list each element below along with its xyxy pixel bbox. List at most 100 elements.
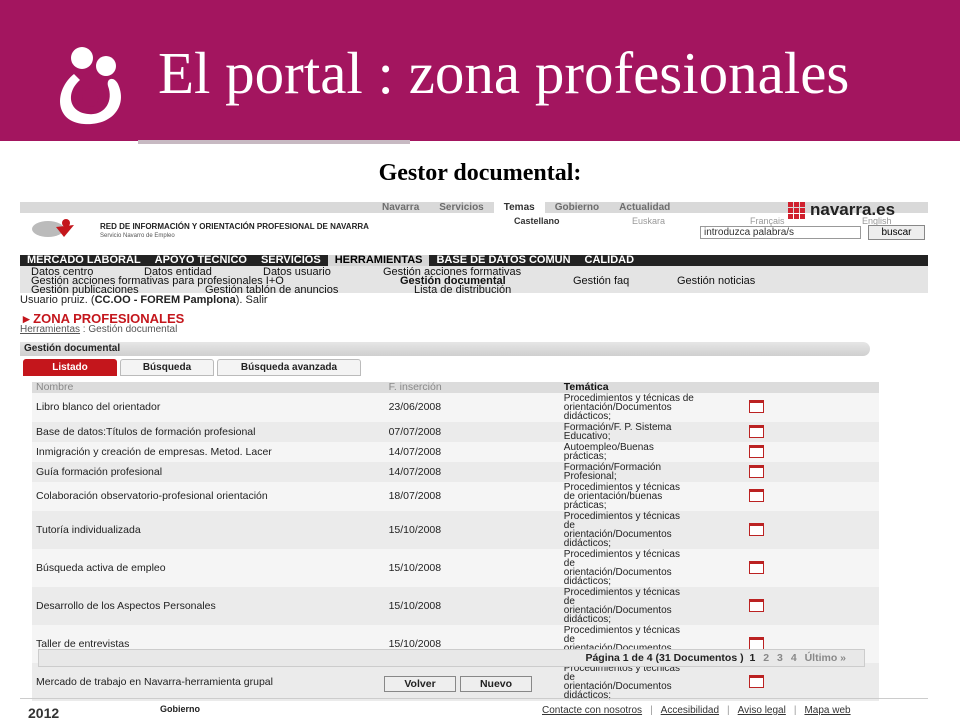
footer-contact-link[interactable]: Contacte con nosotros [542, 705, 642, 716]
search-input[interactable]: introduzca palabra/s [700, 226, 861, 239]
tab-listado[interactable]: Listado [23, 359, 117, 376]
new-button[interactable]: Nuevo [460, 676, 532, 692]
doc-tematica: Autoempleo/Buenas prácticas; [559, 442, 746, 462]
tab-busqueda[interactable]: Búsqueda [120, 359, 214, 376]
document-icon[interactable] [749, 522, 765, 536]
document-icon[interactable] [749, 424, 765, 438]
doc-name: Inmigración y creación de empresas. Meto… [32, 442, 385, 462]
doc-tematica: Formación/F. P. Sistema Educativo; [559, 422, 746, 442]
col-tematica[interactable]: Temática [559, 382, 746, 393]
red-network-logo-icon [32, 219, 74, 237]
document-icon[interactable] [749, 464, 765, 478]
top-nav-temas[interactable]: Temas [493, 202, 545, 213]
table-row[interactable]: Colaboración observatorio-profesional or… [32, 482, 879, 511]
pager-page-2[interactable]: 2 [763, 652, 769, 664]
breadcrumb: Herramientas : Gestión documental [20, 324, 177, 335]
table-row[interactable]: Tutoría individualizada 15/10/2008 Procedi… [32, 511, 879, 549]
document-icon[interactable] [749, 400, 765, 413]
doc-tematica-line: prácticas; [563, 451, 607, 462]
slide-banner: El portal : zona profesionales [0, 0, 960, 141]
col-nombre[interactable]: Nombre [32, 382, 385, 393]
doc-actions [745, 587, 879, 625]
document-icon[interactable] [749, 674, 765, 688]
doc-tematica-line: Educativo; [563, 431, 611, 442]
footer-accessibility-link[interactable]: Accesibilidad [661, 705, 719, 716]
doc-tematica-line: Procedimientos y técnicas [563, 625, 680, 636]
people-logo-icon [60, 47, 121, 125]
breadcrumb-link[interactable]: Herramientas [20, 324, 80, 335]
doc-date: 15/10/2008 [384, 549, 560, 587]
submenu-gestion-faq[interactable]: Gestión faq [573, 275, 629, 287]
main-nav-herramientas[interactable]: HERRAMIENTAS [327, 255, 430, 266]
site-subtitle: Servicio Navarro de Empleo [100, 233, 175, 239]
table-row[interactable]: Base de datos:Títulos de formación profe… [32, 422, 879, 442]
footer-year-logo: 2012 [28, 705, 60, 721]
slide-title: El portal : zona profesionales [158, 40, 850, 106]
top-nav-gobierno[interactable]: Gobierno [545, 202, 609, 213]
submenu: Datos centro Datos entidad Datos usuario… [20, 266, 928, 296]
footer-sitemap-link[interactable]: Mapa web [804, 705, 850, 716]
col-fecha[interactable]: F. inserción [384, 382, 560, 393]
document-icon[interactable] [749, 598, 765, 612]
main-nav-base-datos[interactable]: BASE DE DATOS COMÚN [429, 255, 577, 266]
document-icon[interactable] [749, 489, 765, 502]
lang-castellano[interactable]: Castellano [514, 216, 632, 226]
doc-name: Colaboración observatorio-profesional or… [32, 482, 385, 511]
main-nav-calidad[interactable]: CALIDAD [578, 255, 642, 266]
doc-tematica-line: didácticos; [563, 614, 612, 625]
back-button[interactable]: Volver [384, 676, 456, 692]
doc-tematica: Procedimientos y técnicas de orientación/… [559, 482, 746, 511]
doc-name: Base de datos:Títulos de formación profe… [32, 422, 385, 442]
submenu-gestion-noticias[interactable]: Gestión noticias [677, 275, 755, 287]
pager-current: 1 [749, 652, 756, 664]
table-row[interactable]: Búsqueda activa de empleo 15/10/2008 Proce… [32, 549, 879, 587]
top-nav-actualidad[interactable]: Actualidad [609, 202, 680, 213]
submenu-lista-distribucion[interactable]: Lista de distribución [414, 284, 511, 296]
doc-actions [745, 663, 879, 701]
doc-date: 23/06/2008 [384, 393, 560, 422]
col-actions [745, 382, 879, 393]
top-nav-navarra[interactable]: Navarra [372, 202, 429, 213]
banner-divider [138, 140, 410, 144]
doc-date: 07/07/2008 [384, 422, 560, 442]
doc-tematica-line: Profesional; [563, 471, 617, 482]
main-nav-servicios[interactable]: SERVICIOS [254, 255, 328, 266]
table-row[interactable]: Guía formación profesional 14/07/2008 Form… [32, 462, 879, 482]
table-row[interactable]: Inmigración y creación de empresas. Meto… [32, 442, 879, 462]
table-row[interactable]: Desarrollo de los Aspectos Personales 15/… [32, 587, 879, 625]
footer-legal-link[interactable]: Aviso legal [738, 705, 786, 716]
doc-tematica: Formación/Formación Profesional; [559, 462, 746, 482]
breadcrumb-current: : Gestión documental [80, 324, 178, 335]
doc-date: 15/10/2008 [384, 587, 560, 625]
table-row[interactable]: Libro blanco del orientador 23/06/2008 Pro… [32, 393, 879, 422]
doc-actions [745, 442, 879, 462]
footer-government: Gobierno [160, 704, 200, 714]
top-nav: Navarra Servicios Temas Gobierno Actuali… [372, 202, 680, 213]
language-selector: Castellano Euskara Français English [514, 216, 892, 226]
main-nav: MERCADO LABORAL APOYO TÉCNICO SERVICIOS … [20, 255, 928, 266]
doc-tematica-line: Procedimientos y técnicas [563, 511, 680, 522]
pager-last[interactable]: Último » [805, 652, 846, 664]
search-button[interactable]: buscar [868, 225, 925, 240]
lang-francais[interactable]: Français [750, 216, 862, 226]
lang-euskara[interactable]: Euskara [632, 216, 750, 226]
main-nav-mercado-laboral[interactable]: MERCADO LABORAL [20, 255, 148, 266]
user-prefix: Usuario pruiz. ( [20, 294, 95, 306]
panel-header: Gestión documental [20, 342, 870, 356]
embedded-web-screenshot: Navarra Servicios Temas Gobierno Actuali… [20, 200, 930, 721]
logout-link[interactable]: ). Salir [236, 294, 268, 306]
main-nav-apoyo-tecnico[interactable]: APOYO TÉCNICO [148, 255, 254, 266]
top-nav-servicios[interactable]: Servicios [429, 202, 493, 213]
pager-page-3[interactable]: 3 [777, 652, 783, 664]
user-org: CC.OO - FOREM Pamplona [94, 294, 236, 306]
document-icon[interactable] [749, 444, 765, 458]
doc-tematica-line: didácticos; [563, 538, 612, 549]
doc-date: 14/07/2008 [384, 442, 560, 462]
tab-busqueda-avanzada[interactable]: Búsqueda avanzada [217, 359, 361, 376]
doc-date: 15/10/2008 [384, 511, 560, 549]
doc-name: Mercado de trabajo en Navarra-herramient… [32, 663, 385, 701]
doc-name: Búsqueda activa de empleo [32, 549, 385, 587]
pager-page-4[interactable]: 4 [791, 652, 797, 664]
document-icon[interactable] [749, 560, 765, 574]
document-icon[interactable] [749, 636, 765, 650]
